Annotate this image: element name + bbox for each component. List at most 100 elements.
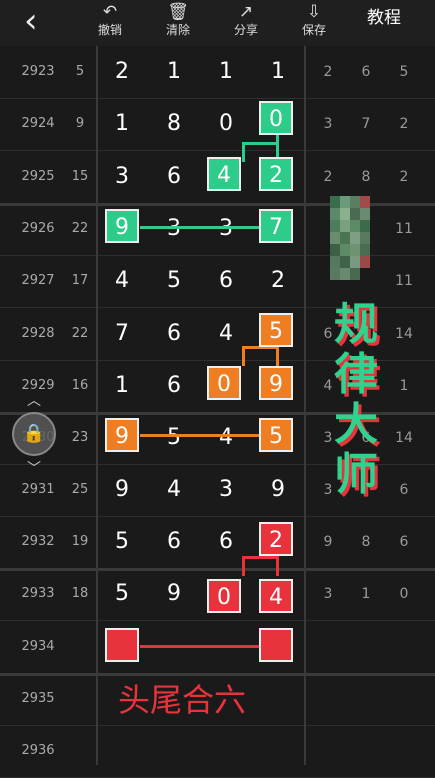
digit-sum: 17	[71, 273, 89, 288]
stat-value: 3	[323, 116, 333, 132]
digit-sum: 9	[75, 116, 85, 131]
digit-sum: 18	[71, 586, 89, 601]
save-label: 保存	[301, 23, 326, 37]
digit-sum: 25	[71, 482, 89, 497]
highlight-box-orange[interactable]: 5	[259, 313, 293, 347]
highlight-box-orange[interactable]: 9	[105, 418, 139, 452]
draw-digit[interactable]	[102, 725, 142, 777]
undo-button[interactable]: ↶ 撤销	[84, 2, 136, 42]
draw-digit[interactable]: 7	[102, 308, 142, 360]
draw-digit[interactable]: 1	[102, 98, 142, 150]
draw-digit[interactable]: 4	[206, 308, 246, 360]
draw-digit[interactable]: 5	[102, 516, 142, 568]
draw-digit[interactable]: 4	[154, 464, 194, 516]
draw-digit[interactable]: 0	[206, 98, 246, 150]
highlight-box-green[interactable]: 4	[207, 157, 241, 191]
stat-value: 7	[361, 116, 371, 132]
stat-value: 2	[399, 169, 409, 185]
back-icon[interactable]: ‹	[24, 4, 54, 38]
draw-digit[interactable]: 6	[206, 516, 246, 568]
tutorial-button[interactable]: 教程	[356, 6, 412, 30]
draw-digit[interactable]: 1	[102, 360, 142, 412]
stat-value	[388, 673, 420, 725]
chevron-up-icon[interactable]: ︿	[26, 394, 42, 408]
chevron-down-icon[interactable]: ﹀	[26, 462, 42, 476]
stat-value: 2	[323, 64, 333, 80]
draw-digit[interactable]: 5	[154, 412, 194, 464]
draw-digit[interactable]: 4	[206, 412, 246, 464]
highlight-box-orange[interactable]: 0	[207, 366, 241, 400]
period-number: 2926	[21, 221, 55, 236]
share-label: 分享	[233, 23, 258, 37]
draw-digit[interactable]: 8	[154, 98, 194, 150]
period-number: 2936	[21, 743, 55, 758]
undo-icon: ↶	[102, 2, 118, 22]
period-number: 2925	[21, 169, 55, 184]
title-char: 律	[334, 349, 378, 400]
table-row[interactable]: 2936	[0, 725, 435, 777]
draw-digit[interactable]: 9	[258, 464, 298, 516]
draw-digit[interactable]: 9	[102, 464, 142, 516]
lock-button[interactable]: 🔒	[12, 412, 56, 456]
stat-value	[312, 621, 344, 673]
stat-value: 2	[399, 116, 409, 132]
digit-sum: 22	[71, 326, 89, 341]
stat-value	[350, 673, 382, 725]
highlight-box-green[interactable]: 9	[105, 209, 139, 243]
highlight-digit: 4	[217, 163, 231, 188]
highlight-digit: 4	[269, 585, 283, 610]
clear-button[interactable]: 🗑 清除	[152, 2, 204, 42]
draw-digit[interactable]: 6	[206, 255, 246, 307]
digit-sum: 15	[71, 169, 89, 184]
highlight-box-red[interactable]: 0	[207, 579, 241, 613]
draw-digit[interactable]: 1	[258, 46, 298, 98]
draw-digit[interactable]: 6	[154, 516, 194, 568]
highlight-box-red[interactable]: 2	[259, 522, 293, 556]
lock-icon: 🔒	[22, 423, 46, 444]
save-button[interactable]: ⇩ 保存	[288, 2, 340, 42]
share-icon: ↗	[238, 2, 254, 22]
trash-icon: 🗑	[167, 2, 189, 22]
draw-digit[interactable]	[206, 725, 246, 777]
draw-digit[interactable]: 2	[102, 46, 142, 98]
stat-value	[312, 673, 344, 725]
draw-digit[interactable]: 3	[154, 203, 194, 255]
draw-digit[interactable]: 3	[206, 464, 246, 516]
draw-digit[interactable]: 6	[154, 360, 194, 412]
table-row[interactable]: 2932195662986	[0, 516, 435, 568]
period-number: 2933	[21, 586, 55, 601]
highlight-box-orange[interactable]: 9	[259, 366, 293, 400]
share-button[interactable]: ↗ 分享	[220, 2, 272, 42]
highlight-box-green[interactable]: 2	[259, 157, 293, 191]
draw-digit[interactable]: 9	[154, 568, 194, 620]
highlight-box-red[interactable]	[105, 628, 139, 662]
table-row[interactable]: 292491800372	[0, 98, 435, 150]
highlight-box-red[interactable]: 4	[259, 579, 293, 613]
table-row[interactable]: 2923 5 2 1 1 1 2 6 5	[0, 46, 435, 98]
draw-digit[interactable]: 1	[154, 46, 194, 98]
draw-digit[interactable]: 3	[206, 203, 246, 255]
draw-digit[interactable]: 6	[154, 151, 194, 203]
draw-digit[interactable]: 2	[258, 255, 298, 307]
column-divider	[96, 46, 98, 765]
draw-digit[interactable]: 1	[206, 46, 246, 98]
digit-sum: 19	[71, 534, 89, 549]
stat-value: 6	[399, 482, 409, 498]
draw-digit[interactable]: 5	[154, 255, 194, 307]
draw-digit[interactable]	[258, 725, 298, 777]
highlight-box-green[interactable]: 0	[259, 101, 293, 135]
draw-digit[interactable]: 6	[154, 308, 194, 360]
draw-digit[interactable]	[154, 725, 194, 777]
draw-digit[interactable]: 3	[102, 151, 142, 203]
highlight-box-red[interactable]	[259, 628, 293, 662]
highlight-box-orange[interactable]: 5	[259, 418, 293, 452]
stat-value: 9	[323, 534, 333, 550]
highlight-digit: 9	[269, 372, 283, 397]
pattern-link-red	[140, 645, 260, 648]
highlight-box-green[interactable]: 7	[259, 209, 293, 243]
highlight-digit: 9	[115, 424, 129, 449]
highlight-digit: 9	[115, 215, 129, 240]
draw-digit[interactable]: 4	[102, 255, 142, 307]
draw-digit[interactable]: 5	[102, 568, 142, 620]
digit-sum	[64, 621, 96, 673]
